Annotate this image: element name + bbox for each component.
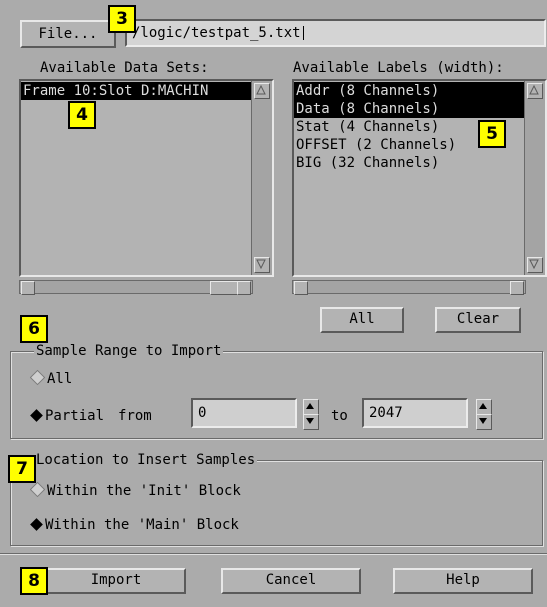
callout-badge: 5	[478, 120, 506, 148]
help-button[interactable]: Help	[393, 568, 533, 594]
location-main-label: Within the 'Main' Block	[45, 517, 239, 533]
range-to-value: 2047	[369, 405, 403, 421]
labels-title: Available Labels (width):	[293, 60, 504, 76]
all-button[interactable]: All	[320, 307, 404, 333]
import-button[interactable]: Import	[46, 568, 186, 594]
callout-badge: 3	[108, 5, 136, 33]
sample-range-title: Sample Range to Import	[34, 343, 224, 359]
cancel-button[interactable]: Cancel	[221, 568, 361, 594]
file-path-field[interactable]: /logic/testpat_5.txt	[125, 19, 546, 47]
list-item[interactable]: BIG (32 Channels)	[294, 154, 526, 172]
range-partial-label: Partial	[45, 408, 105, 424]
scroll-down-arrow-icon[interactable]	[254, 257, 270, 273]
range-to-stepper[interactable]	[476, 399, 492, 430]
data-sets-vscroll[interactable]	[251, 81, 272, 275]
scroll-right-arrow-icon[interactable]	[510, 281, 524, 295]
data-sets-items: Frame 10:Slot D:MACHIN	[21, 82, 251, 100]
scroll-thumb[interactable]	[210, 281, 238, 295]
scroll-left-arrow-icon[interactable]	[294, 281, 308, 295]
range-all-label: All	[47, 371, 73, 387]
range-all-radio[interactable]: All	[29, 369, 73, 389]
location-main-radio[interactable]: Within the 'Main' Block	[30, 515, 239, 535]
footer-divider-highlight	[0, 554, 547, 555]
labels-vscroll[interactable]	[524, 81, 545, 275]
range-partial-radio[interactable]: Partial from	[30, 406, 152, 426]
callout-badge: 4	[68, 101, 96, 129]
data-sets-hscroll[interactable]	[19, 280, 253, 295]
file-path-value: /logic/testpat_5.txt	[132, 25, 301, 41]
callout-badge: 7	[8, 455, 36, 483]
callout-badge: 8	[20, 567, 48, 595]
range-to-input[interactable]: 2047	[362, 398, 468, 428]
stepper-up-icon[interactable]	[476, 399, 492, 415]
data-sets-title: Available Data Sets:	[40, 60, 209, 76]
text-cursor-icon	[302, 26, 304, 40]
stepper-down-icon[interactable]	[303, 414, 319, 430]
clear-button[interactable]: Clear	[435, 307, 521, 333]
scroll-down-arrow-icon[interactable]	[527, 257, 543, 273]
range-from-stepper[interactable]	[303, 399, 319, 430]
location-init-label: Within the 'Init' Block	[47, 483, 241, 499]
radio-selected-icon	[30, 518, 43, 531]
labels-hscroll[interactable]	[292, 280, 526, 295]
scroll-up-arrow-icon[interactable]	[254, 83, 270, 99]
location-title: Location to Insert Samples	[34, 452, 258, 468]
list-item[interactable]: Frame 10:Slot D:MACHIN	[21, 82, 251, 100]
scroll-up-arrow-icon[interactable]	[527, 83, 543, 99]
data-sets-list[interactable]: Frame 10:Slot D:MACHIN	[19, 79, 274, 277]
list-item[interactable]: Data (8 Channels)	[294, 100, 526, 118]
callout-badge: 6	[20, 315, 48, 343]
file-button[interactable]: File...	[20, 20, 116, 48]
radio-selected-icon	[30, 409, 43, 422]
range-from-label: from	[118, 408, 152, 424]
radio-unselected-icon	[29, 369, 46, 386]
range-to-label: to	[331, 408, 348, 424]
list-item[interactable]: Addr (8 Channels)	[294, 82, 526, 100]
stepper-down-icon[interactable]	[476, 414, 492, 430]
range-from-value: 0	[198, 405, 207, 421]
scroll-left-arrow-icon[interactable]	[21, 281, 35, 295]
radio-unselected-icon	[29, 481, 46, 498]
labels-list[interactable]: Addr (8 Channels) Data (8 Channels) Stat…	[292, 79, 547, 277]
stepper-up-icon[interactable]	[303, 399, 319, 415]
range-from-input[interactable]: 0	[191, 398, 297, 428]
scroll-right-arrow-icon[interactable]	[237, 281, 251, 295]
location-init-radio[interactable]: Within the 'Init' Block	[29, 481, 241, 501]
